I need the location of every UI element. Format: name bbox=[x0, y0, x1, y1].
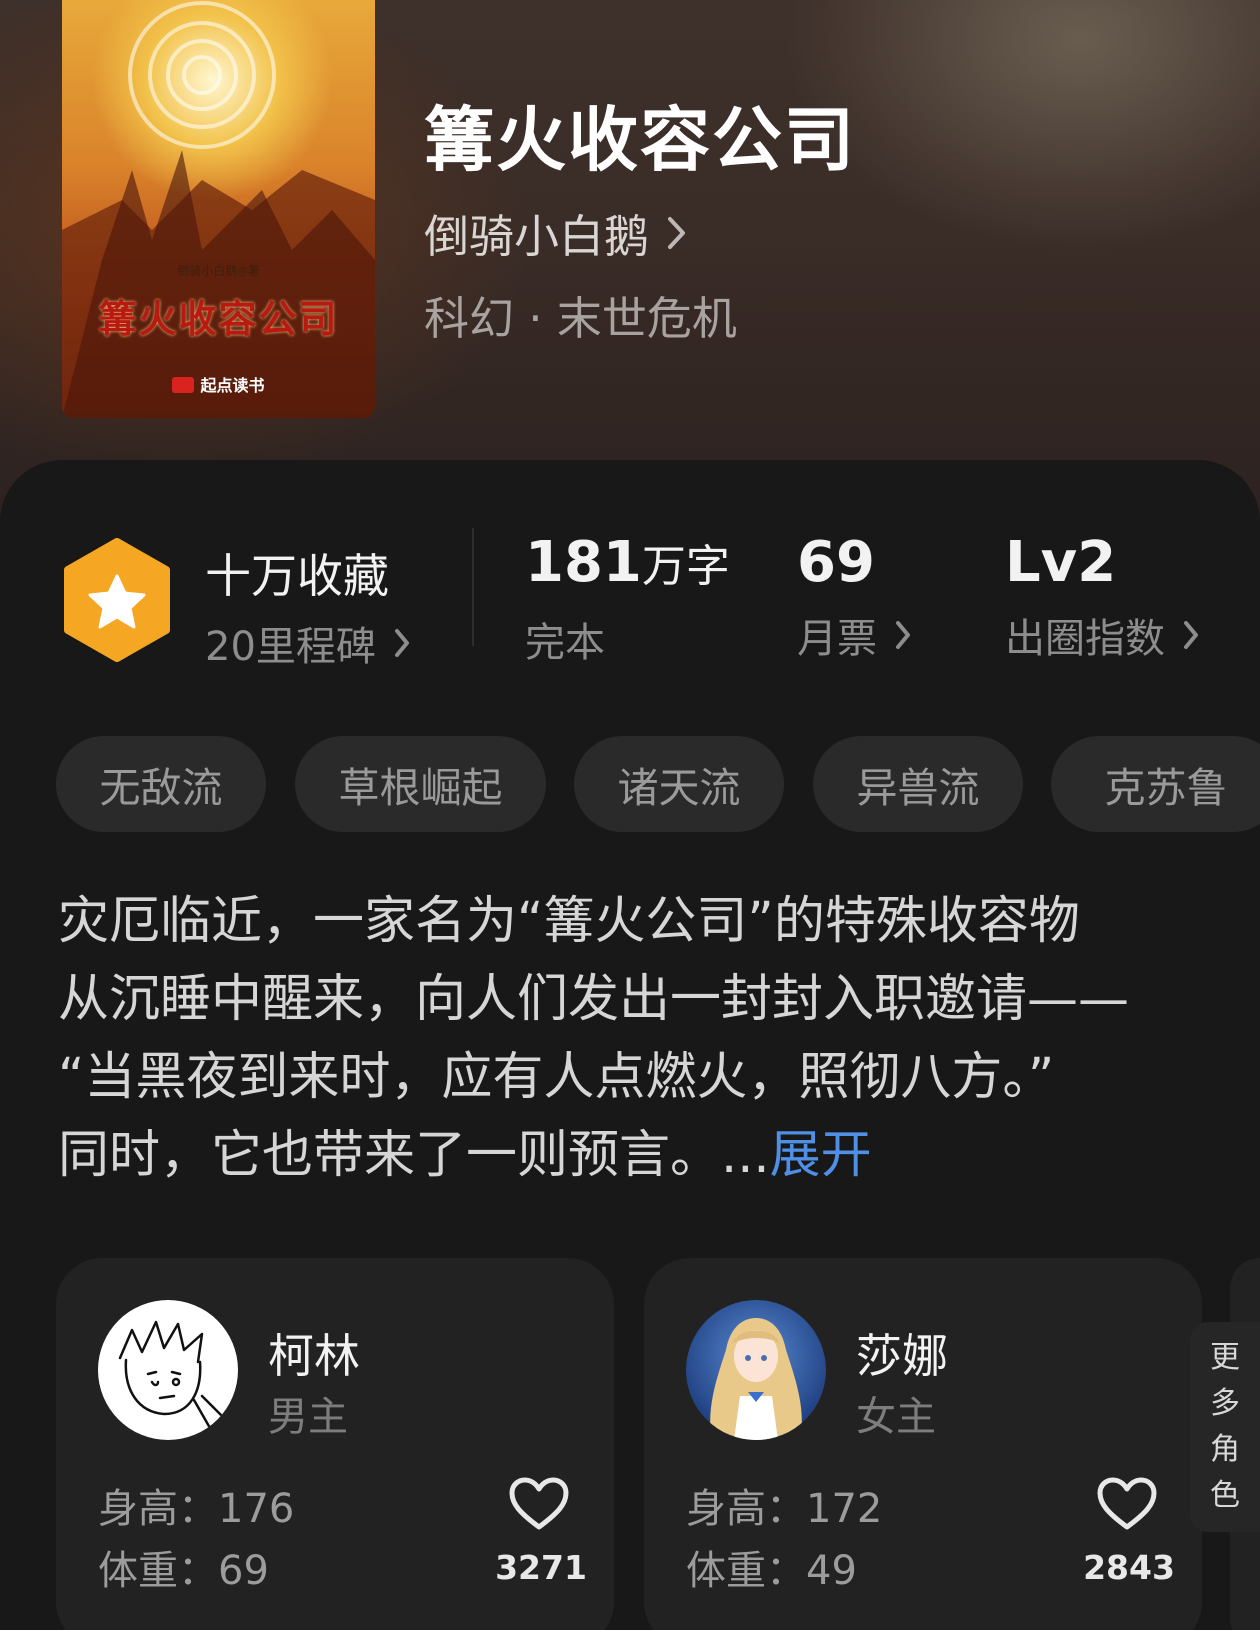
like-count: 3271 bbox=[495, 1548, 587, 1587]
synopsis-line: 灾厄临近，一家名为“篝火公司”的特殊收容物 bbox=[58, 892, 1080, 951]
cover-author-line: 倒骑小白鹅◎著 bbox=[177, 264, 260, 278]
book-detail-page: 倒骑小白鹅◎著 篝火收容公司 起点读书 篝火收容公司 倒骑小白鹅 科幻 · 末世… bbox=[0, 0, 1260, 1630]
synopsis: 灾厄临近，一家名为“篝火公司”的特殊收容物 从沉睡中醒来，向人们发出一封封入职邀… bbox=[58, 883, 1208, 1195]
popularity-index-stat[interactable]: Lv2 出圈指数 bbox=[1005, 530, 1199, 664]
synopsis-line: “当黑夜到来时，应有人点燃火，照彻八方。” bbox=[58, 1048, 1055, 1107]
chevron-right-icon bbox=[394, 629, 409, 657]
publisher-name: 起点读书 bbox=[200, 376, 265, 395]
character-role: 男主 bbox=[268, 1394, 348, 1440]
author-link[interactable]: 倒骑小白鹅 bbox=[424, 200, 687, 265]
more-roles-label-char: 角 bbox=[1210, 1432, 1240, 1467]
tag-chip[interactable]: 草根崛起 bbox=[295, 736, 546, 832]
cover-artwork bbox=[62, 0, 375, 418]
tag-chip[interactable]: 无敌流 bbox=[56, 736, 266, 832]
word-count-stat: 181万字 完本 bbox=[525, 530, 730, 668]
character-height: 身高：172 bbox=[686, 1486, 883, 1532]
cover-publisher: 起点读书 bbox=[62, 372, 375, 396]
author-name: 倒骑小白鹅 bbox=[424, 210, 650, 263]
completion-status: 完本 bbox=[525, 620, 605, 666]
book-cover[interactable]: 倒骑小白鹅◎著 篝火收容公司 起点读书 bbox=[62, 0, 375, 418]
synopsis-line: 从沉睡中醒来，向人们发出一封封入职邀请—— bbox=[58, 970, 1130, 1029]
chevron-right-icon bbox=[1184, 621, 1198, 649]
chevron-right-icon bbox=[668, 216, 686, 249]
heart-icon[interactable] bbox=[508, 1476, 570, 1532]
collection-stat[interactable]: 十万收藏 20里程碑 bbox=[205, 540, 410, 672]
cover-title: 篝火收容公司 bbox=[98, 296, 339, 341]
collection-title: 十万收藏 bbox=[205, 549, 389, 603]
avatar bbox=[98, 1300, 238, 1440]
expand-link[interactable]: 展开 bbox=[770, 1126, 872, 1185]
more-roles-label-char: 更 bbox=[1210, 1340, 1240, 1375]
stat-divider bbox=[472, 528, 474, 646]
like-count: 2843 bbox=[1083, 1548, 1175, 1587]
synopsis-line: 同时，它也带来了一则预言。... bbox=[58, 1126, 770, 1185]
word-count-number: 181 bbox=[525, 530, 642, 595]
character-card[interactable]: 柯林 男主 身高：176 体重：69 3271 bbox=[56, 1258, 614, 1630]
tag-chip[interactable]: 诸天流 bbox=[574, 736, 784, 832]
publisher-logo-icon bbox=[172, 377, 195, 393]
more-roles-label-char: 色 bbox=[1210, 1478, 1240, 1513]
word-count-unit: 万字 bbox=[641, 541, 730, 592]
heart-icon[interactable] bbox=[1096, 1476, 1158, 1532]
book-title: 篝火收容公司 bbox=[424, 98, 856, 181]
monthly-votes-number: 69 bbox=[797, 530, 875, 595]
monthly-votes-stat[interactable]: 69 月票 bbox=[797, 530, 911, 664]
star-badge-icon bbox=[64, 538, 170, 662]
character-weight: 体重：49 bbox=[686, 1548, 857, 1594]
tag-chip[interactable]: 克苏鲁 bbox=[1051, 736, 1260, 832]
character-height: 身高：176 bbox=[98, 1486, 295, 1532]
more-roles-button[interactable]: 更 多 角 色 bbox=[1190, 1322, 1260, 1532]
popularity-level: Lv2 bbox=[1005, 530, 1117, 595]
chevron-right-icon bbox=[896, 621, 910, 649]
character-card[interactable]: 莎娜 女主 身高：172 体重：49 2843 bbox=[644, 1258, 1202, 1630]
character-role: 女主 bbox=[856, 1394, 936, 1440]
monthly-votes-label: 月票 bbox=[797, 616, 877, 662]
popularity-index-label: 出圈指数 bbox=[1005, 616, 1165, 662]
collection-milestone: 20里程碑 bbox=[205, 624, 376, 670]
tag-chip[interactable]: 异兽流 bbox=[813, 736, 1023, 832]
avatar bbox=[686, 1300, 826, 1440]
more-roles-label-char: 多 bbox=[1210, 1386, 1240, 1421]
character-weight: 体重：69 bbox=[98, 1548, 269, 1594]
book-genre[interactable]: 科幻 · 末世危机 bbox=[424, 282, 737, 347]
character-name: 柯林 bbox=[268, 1329, 360, 1383]
character-name: 莎娜 bbox=[856, 1329, 948, 1383]
